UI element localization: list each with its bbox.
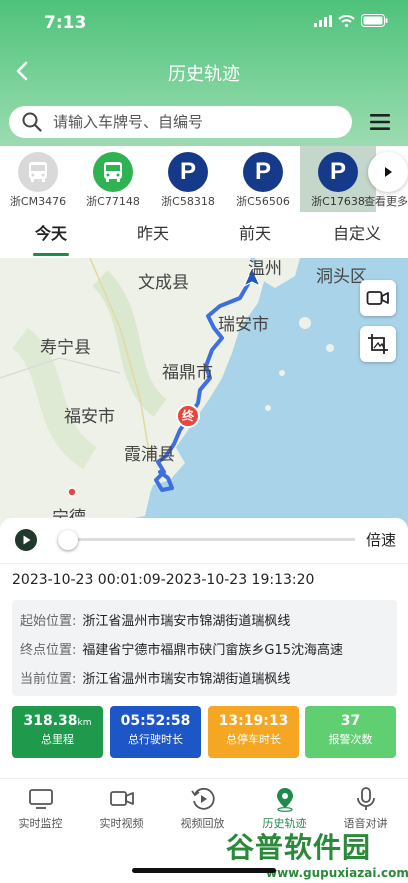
stat-value: 13:19:13 (218, 713, 289, 729)
start-location-row: 起始位置: 浙江省温州市瑞安市锦湖街道瑞枫线 (20, 610, 290, 629)
stat-alarm-count: 37 报警次数 (305, 706, 396, 758)
stat-caption: 总行驶时长 (128, 733, 183, 746)
stat-value: 05:52:58 (120, 713, 191, 729)
search-box[interactable] (9, 106, 352, 138)
parking-icon: P (318, 152, 358, 192)
tab-yesterday[interactable]: 昨天 (102, 212, 204, 258)
playback-slider-track[interactable] (60, 538, 355, 541)
vehicle-plate: 浙C56506 (236, 195, 290, 208)
play-right-icon (368, 152, 408, 192)
end-location-label: 终点位置: (20, 643, 77, 658)
end-marker: 终 (176, 404, 200, 428)
vehicle-plate: 浙C77148 (86, 195, 140, 208)
playback-slider-thumb[interactable] (58, 530, 78, 550)
location-pin-icon (271, 785, 299, 813)
date-tabs: 今天 昨天 前天 自定义 (0, 212, 408, 258)
map-label: 温州 (248, 259, 282, 279)
map-label: 文成县 (138, 273, 189, 293)
tab-day-before[interactable]: 前天 (204, 212, 306, 258)
vehicle-item[interactable]: P 浙C56506 (225, 146, 301, 212)
map-label: 瑞安市 (218, 315, 269, 335)
screenshot-button[interactable] (360, 326, 396, 362)
start-location-value: 浙江省温州市瑞安市锦湖街道瑞枫线 (82, 614, 291, 629)
video-camera-icon (108, 785, 136, 813)
map-label: 寿宁县 (40, 338, 91, 358)
bus-icon (93, 152, 133, 192)
video-camera-button[interactable] (360, 280, 396, 316)
map-canvas (0, 258, 408, 528)
current-location-label: 当前位置: (20, 672, 77, 687)
microphone-icon (352, 785, 380, 813)
nav-realtime-video[interactable]: 实时视频 (81, 779, 162, 831)
watermark-text: 谷普软件园 (226, 831, 372, 864)
stat-value: 318.38 (23, 713, 78, 729)
map-label: 福安市 (64, 407, 115, 427)
tab-today[interactable]: 今天 (0, 212, 102, 258)
nav-label: 实时视频 (99, 817, 144, 830)
speed-button[interactable]: 倍速 (366, 529, 396, 550)
wifi-icon (338, 14, 355, 27)
current-location-value: 浙江省温州市瑞安市锦湖街道瑞枫线 (82, 672, 291, 687)
track-map[interactable]: 文成县 温州 洞头区 瑞安市 寿宁县 福鼎市 福安市 霞浦县 宁德 终 (0, 258, 408, 528)
stat-unit: km (77, 718, 92, 728)
search-icon (22, 112, 42, 132)
parking-icon: P (168, 152, 208, 192)
header: 7:13 历史轨迹 (0, 0, 408, 150)
parking-icon: P (243, 152, 283, 192)
nav-label: 实时监控 (18, 817, 63, 830)
end-location-value: 福建省宁德市福鼎市硖门畲族乡G15沈海高速 (82, 643, 344, 658)
time-range: 2023-10-23 00:01:09-2023-10-23 19:13:20 (12, 572, 315, 588)
search-input[interactable] (53, 113, 333, 131)
vehicle-plate: 浙CM3476 (9, 195, 67, 208)
vehicle-plate: 浙C58318 (161, 195, 215, 208)
end-location-row: 终点位置: 福建省宁德市福鼎市硖门畲族乡G15沈海高速 (20, 639, 343, 658)
stat-caption: 总停车时长 (226, 733, 281, 746)
monitor-icon (27, 785, 55, 813)
stat-total-distance: 318.38km 总里程 (12, 706, 103, 758)
vehicle-item[interactable]: 浙C77148 (75, 146, 151, 212)
replay-icon (189, 785, 217, 813)
nav-realtime-monitor[interactable]: 实时监控 (0, 779, 81, 831)
tab-custom[interactable]: 自定义 (306, 212, 408, 258)
menu-icon[interactable] (368, 111, 392, 133)
bus-icon (18, 152, 58, 192)
start-location-label: 起始位置: (20, 614, 77, 629)
vehicle-list: 浙CM3476 浙C77148 P 浙C58318 P 浙C56506 P 浙C… (0, 146, 408, 212)
track-panel: 倍速 2023-10-23 00:01:09-2023-10-23 19:13:… (0, 518, 408, 780)
stat-value: 37 (340, 713, 361, 729)
play-icon[interactable] (14, 528, 38, 552)
image-crop-icon (368, 334, 388, 354)
watermark-url: www.gupuxiazai.com (266, 866, 408, 880)
view-more-button[interactable]: 查看更多 (364, 146, 408, 212)
battery-icon (361, 14, 388, 27)
video-camera-icon (366, 291, 389, 305)
current-location-row: 当前位置: 浙江省温州市瑞安市锦湖街道瑞枫线 (20, 668, 290, 687)
vehicle-item[interactable]: P 浙C58318 (150, 146, 226, 212)
stat-total-driving-time: 05:52:58 总行驶时长 (110, 706, 201, 758)
divider (0, 563, 408, 564)
status-icons (314, 14, 388, 27)
signal-icon (314, 14, 332, 27)
map-label: 霞浦县 (124, 445, 175, 465)
status-time: 7:13 (44, 13, 87, 33)
page-title: 历史轨迹 (168, 64, 240, 85)
map-label: 福鼎市 (162, 363, 213, 383)
stat-total-parking-time: 13:19:13 总停车时长 (208, 706, 299, 758)
stat-caption: 总里程 (41, 733, 74, 746)
home-indicator (132, 868, 276, 873)
location-info: 起始位置: 浙江省温州市瑞安市锦湖街道瑞枫线 终点位置: 福建省宁德市福鼎市硖门畲族… (12, 600, 397, 696)
view-more-label: 查看更多 (364, 195, 408, 208)
vehicle-item[interactable]: 浙CM3476 (0, 146, 76, 212)
stat-caption: 报警次数 (328, 733, 373, 746)
